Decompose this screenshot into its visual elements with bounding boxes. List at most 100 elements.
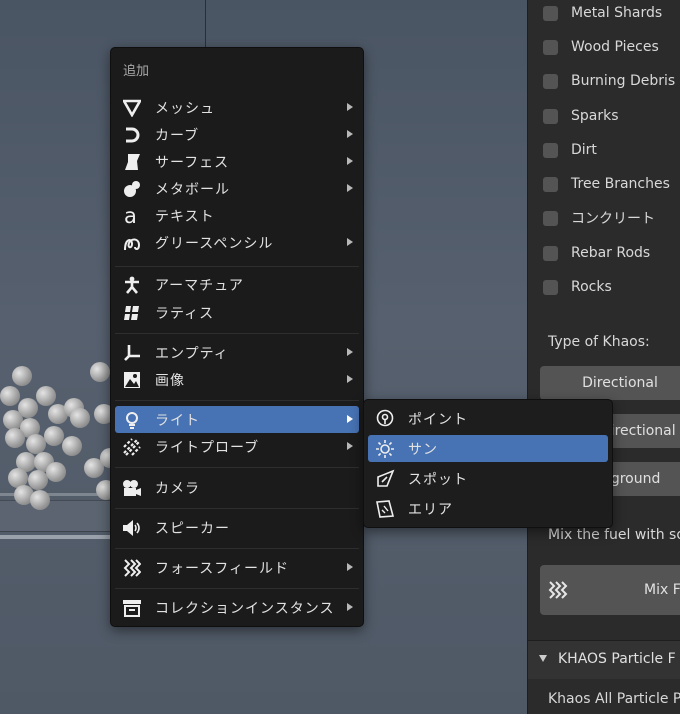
checkbox-label: Rocks (571, 279, 612, 295)
menu-item-image[interactable]: 画像 (115, 366, 359, 393)
menu-item-label: カーブ (155, 127, 200, 144)
khaos-particle-section-header[interactable]: KHAOS Particle F (528, 640, 680, 679)
submenu-arrow-icon (347, 157, 353, 165)
force-field-icon (548, 581, 568, 599)
lattice-icon (121, 302, 143, 324)
checkbox-label: Wood Pieces (571, 39, 659, 55)
viewport-floor-plane (0, 500, 120, 532)
menu-item-lattice[interactable]: ラティス (115, 299, 359, 326)
checkbox-row[interactable]: Burning Debris (543, 71, 675, 91)
menu-item-mesh[interactable]: メッシュ (115, 94, 359, 121)
curve-icon (121, 124, 143, 146)
menu-item-label: サーフェス (155, 154, 230, 171)
submenu-arrow-icon (347, 442, 353, 450)
sun-light-icon (374, 438, 396, 460)
checkbox-row[interactable]: Dirt (543, 140, 597, 160)
armature-icon (121, 274, 143, 296)
menu-separator (115, 467, 359, 468)
checkbox-row[interactable]: Metal Shards (543, 3, 662, 23)
menu-item-speaker[interactable]: スピーカー (115, 514, 359, 541)
checkbox[interactable] (543, 176, 558, 192)
submenu-item-area[interactable]: エリア (368, 495, 608, 522)
light-submenu: ポイント サン スポット エリア (363, 399, 613, 528)
checkbox-row[interactable]: Sparks (543, 106, 619, 126)
menu-item-camera[interactable]: カメラ (115, 474, 359, 501)
menu-item-label: フォースフィールド (155, 560, 290, 577)
menu-item-grease-pencil[interactable]: グリースペンシル (115, 229, 359, 256)
checkbox-label: Metal Shards (571, 5, 663, 21)
menu-item-armature[interactable]: アーマチュア (115, 271, 359, 298)
submenu-arrow-icon (347, 348, 353, 356)
checkbox[interactable] (543, 245, 558, 261)
type-of-khaos-label: Type of Khaos: (548, 334, 650, 350)
checkbox-row[interactable]: コンクリート (543, 208, 655, 228)
particle-sphere (12, 366, 32, 386)
menu-item-light[interactable]: ライト (115, 406, 359, 433)
checkbox[interactable] (543, 5, 558, 21)
point-light-icon (374, 408, 396, 430)
menu-separator (115, 588, 359, 589)
menu-separator (115, 508, 359, 509)
submenu-item-label: スポット (408, 471, 468, 488)
checkbox-label: Tree Branches (571, 176, 670, 192)
camera-icon (121, 477, 143, 499)
mesh-icon (121, 97, 143, 119)
particle-sphere (26, 434, 46, 454)
checkbox-row[interactable]: Wood Pieces (543, 37, 659, 57)
submenu-arrow-icon (347, 130, 353, 138)
speaker-icon (121, 517, 143, 539)
checkbox[interactable] (543, 210, 558, 226)
menu-item-label: ライトプローブ (155, 439, 260, 456)
particle-sphere (46, 462, 66, 482)
menu-item-light-probe[interactable]: ライトプローブ (115, 433, 359, 460)
checkbox[interactable] (543, 73, 558, 89)
menu-item-metaball[interactable]: メタボール (115, 175, 359, 202)
mix-fuel-label: Mix the fuel with so (548, 527, 680, 543)
submenu-item-point[interactable]: ポイント (368, 405, 608, 432)
checkbox-row[interactable]: Rebar Rods (543, 243, 650, 263)
checkbox[interactable] (543, 108, 558, 124)
svg-text:a: a (124, 206, 137, 226)
checkbox-label: Dirt (571, 142, 597, 158)
menu-item-curve[interactable]: カーブ (115, 121, 359, 148)
submenu-item-spot[interactable]: スポット (368, 465, 608, 492)
submenu-arrow-icon (347, 238, 353, 246)
submenu-item-label: サン (408, 441, 438, 458)
submenu-item-label: エリア (408, 501, 453, 518)
khaos-all-particle-label: Khaos All Particle P (548, 691, 680, 707)
force-field-icon (121, 557, 143, 579)
checkbox[interactable] (543, 279, 558, 295)
mix-button[interactable]: Mix F (540, 565, 680, 615)
particle-sphere (30, 490, 50, 510)
menu-item-label: テキスト (155, 208, 215, 225)
particle-sphere (36, 386, 56, 406)
checkbox-label: Burning Debris (571, 73, 676, 89)
menu-item-empty[interactable]: エンプティ (115, 339, 359, 366)
checkbox-row[interactable]: Rocks (543, 277, 612, 297)
menu-title: 追加 (123, 64, 150, 79)
mix-button-label: Mix F (644, 582, 680, 598)
menu-item-label: ラティス (155, 305, 215, 322)
submenu-arrow-icon (347, 563, 353, 571)
chevron-down-icon[interactable] (539, 655, 547, 662)
particle-sphere (90, 362, 110, 382)
add-menu: 追加 メッシュ カーブ サーフェス メタボール a テキスト グリースペンシル … (110, 47, 364, 627)
submenu-item-sun[interactable]: サン (368, 435, 608, 462)
checkbox[interactable] (543, 39, 558, 55)
menu-item-surface[interactable]: サーフェス (115, 148, 359, 175)
menu-item-label: エンプティ (155, 345, 229, 362)
viewport-floor-edge (0, 535, 120, 539)
directional-button[interactable]: Directional (540, 366, 680, 400)
submenu-arrow-icon (347, 103, 353, 111)
checkbox[interactable] (543, 142, 558, 158)
grease-pencil-icon (121, 232, 143, 254)
image-icon (121, 369, 143, 391)
collection-instance-icon (121, 597, 143, 619)
empty-icon (121, 342, 143, 364)
area-light-icon (374, 498, 396, 520)
submenu-arrow-icon (347, 184, 353, 192)
menu-item-collection-instance[interactable]: コレクションインスタンス (115, 594, 359, 621)
checkbox-row[interactable]: Tree Branches (543, 174, 670, 194)
menu-item-force-field[interactable]: フォースフィールド (115, 554, 359, 581)
menu-item-text[interactable]: a テキスト (115, 202, 359, 229)
